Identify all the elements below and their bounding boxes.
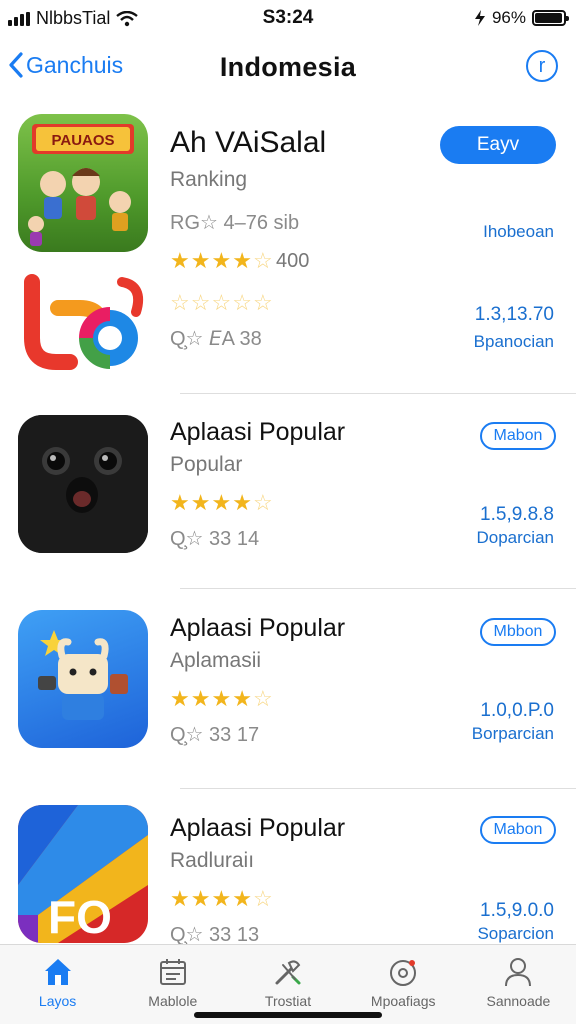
star-icon: ★ — [190, 886, 212, 911]
app-size: 1.5,9.0.0 — [480, 900, 554, 921]
app-size: 1.0,0.P.0 — [480, 700, 554, 721]
divider — [180, 393, 576, 394]
tab-label: Sannoade — [486, 993, 551, 1009]
app-title: Aplaasi Popular — [170, 614, 346, 642]
app-developer-label: Borparcian — [471, 724, 554, 743]
star-icon: ★ — [232, 886, 253, 911]
tab-label: Trostiat — [264, 993, 312, 1009]
tools-icon — [275, 960, 301, 985]
star-icon: ★ — [232, 248, 253, 273]
battery-icon — [532, 10, 569, 26]
app-size: 1.5,9.8.8 — [480, 504, 554, 525]
star-icon: ★ — [190, 686, 212, 711]
app-list: PAUAOS Ah VAiSalal Ranking RG☆ 4–76 sib … — [0, 100, 576, 944]
rating-stars: ★★★★☆ — [170, 490, 274, 516]
app-title: Aplaasi Popular — [170, 814, 346, 842]
person-icon — [505, 958, 532, 987]
rating-count: 400 — [276, 250, 310, 272]
status-bar: NlbbsTial S3:24 96% — [0, 0, 576, 38]
svg-text:PAUAOS: PAUAOS — [51, 132, 114, 149]
app-meta: RG☆ 4–76 sib — [170, 212, 300, 234]
star-icon: ☆ — [252, 248, 274, 273]
app-developer-label: Doparcian — [476, 528, 555, 547]
star-icon: ★ — [232, 686, 253, 711]
star-icon: ☆ — [252, 490, 274, 515]
star-icon: ★ — [190, 248, 212, 273]
star-icon: ☆ — [211, 290, 233, 315]
app-developer-label: Ihobeoan — [483, 222, 554, 241]
app-icon-fo: FO — [18, 805, 148, 943]
app-category: Ranking — [170, 168, 248, 191]
page-title: Indomesia — [219, 52, 357, 82]
star-icon: ☆ — [232, 290, 253, 315]
tab-profile[interactable]: Sannoade — [461, 945, 576, 1024]
star-icon: ★ — [170, 686, 191, 711]
navigation-bar: Ganchuis Indomesia r — [0, 40, 576, 96]
bolt-icon — [474, 10, 485, 26]
tab-label: Layos — [38, 993, 77, 1009]
divider — [180, 588, 576, 589]
tab-bar: Layos Mablole Trostiat Mpoafiags Sannoad… — [0, 944, 576, 1024]
info-circle-icon[interactable]: r — [526, 50, 558, 82]
app-title: Ah VAiSalal — [170, 126, 327, 159]
star-icon: ★ — [211, 686, 233, 711]
app-meta: Q̧☆ 𝘌A 38 — [170, 328, 262, 350]
star-icon: ★ — [211, 490, 233, 515]
get-button[interactable]: Eayv — [440, 126, 556, 164]
divider — [180, 788, 576, 789]
calendar-icon — [159, 959, 186, 985]
rating-stars: ★★★★☆ — [170, 248, 274, 274]
app-icon-logo — [18, 260, 148, 398]
app-size: 1.3,13.70 — [474, 304, 554, 325]
app-developer-label: Bpanocian — [473, 332, 554, 351]
star-icon: ★ — [190, 490, 212, 515]
app-title: Aplaasi Popular — [170, 418, 346, 446]
app-icon-game: PAUAOS — [18, 114, 148, 252]
app-meta: Q̧☆ 33 13 — [170, 924, 260, 944]
home-icon — [44, 959, 71, 985]
get-button[interactable]: Mbbon — [480, 618, 556, 646]
svg-text:FO: FO — [48, 891, 112, 943]
app-meta: Q̧☆ 33 17 — [170, 724, 260, 746]
app-icon-mascot — [18, 610, 148, 748]
home-indicator — [194, 1012, 382, 1018]
star-icon: ☆ — [252, 886, 274, 911]
tab-label: Mablole — [148, 993, 198, 1009]
get-button[interactable]: Mabon — [480, 816, 556, 844]
status-right: 96% — [474, 8, 569, 28]
app-category: Popular — [170, 453, 243, 476]
star-icon: ☆ — [190, 290, 212, 315]
app-category: Aplamasii — [170, 649, 262, 672]
tab-label: Mpoafiags — [370, 993, 436, 1009]
star-icon: ☆ — [252, 290, 274, 315]
battery-fill — [535, 13, 562, 23]
star-icon: ★ — [211, 886, 233, 911]
star-icon: ★ — [170, 490, 191, 515]
star-icon: ☆ — [252, 686, 274, 711]
rating-stars: ☆☆☆☆☆ — [170, 290, 274, 316]
star-icon: ★ — [170, 886, 191, 911]
app-developer-label: Soparcion — [477, 924, 554, 943]
get-button[interactable]: Mabon — [480, 422, 556, 450]
star-icon: ★ — [232, 490, 253, 515]
battery-percent: 96% — [491, 8, 526, 27]
app-category: Radluraiı — [170, 849, 255, 872]
rating-stars: ★★★★☆ — [170, 686, 274, 712]
star-icon: ★ — [170, 248, 191, 273]
star-icon: ☆ — [170, 290, 191, 315]
star-icon: ★ — [211, 248, 233, 273]
app-meta: Q̧☆ 33 14 — [170, 528, 260, 550]
tab-home[interactable]: Layos — [0, 945, 115, 1024]
app-icon-character — [18, 415, 148, 553]
clock-icon — [390, 960, 417, 986]
rating-stars: ★★★★☆ — [170, 886, 274, 912]
